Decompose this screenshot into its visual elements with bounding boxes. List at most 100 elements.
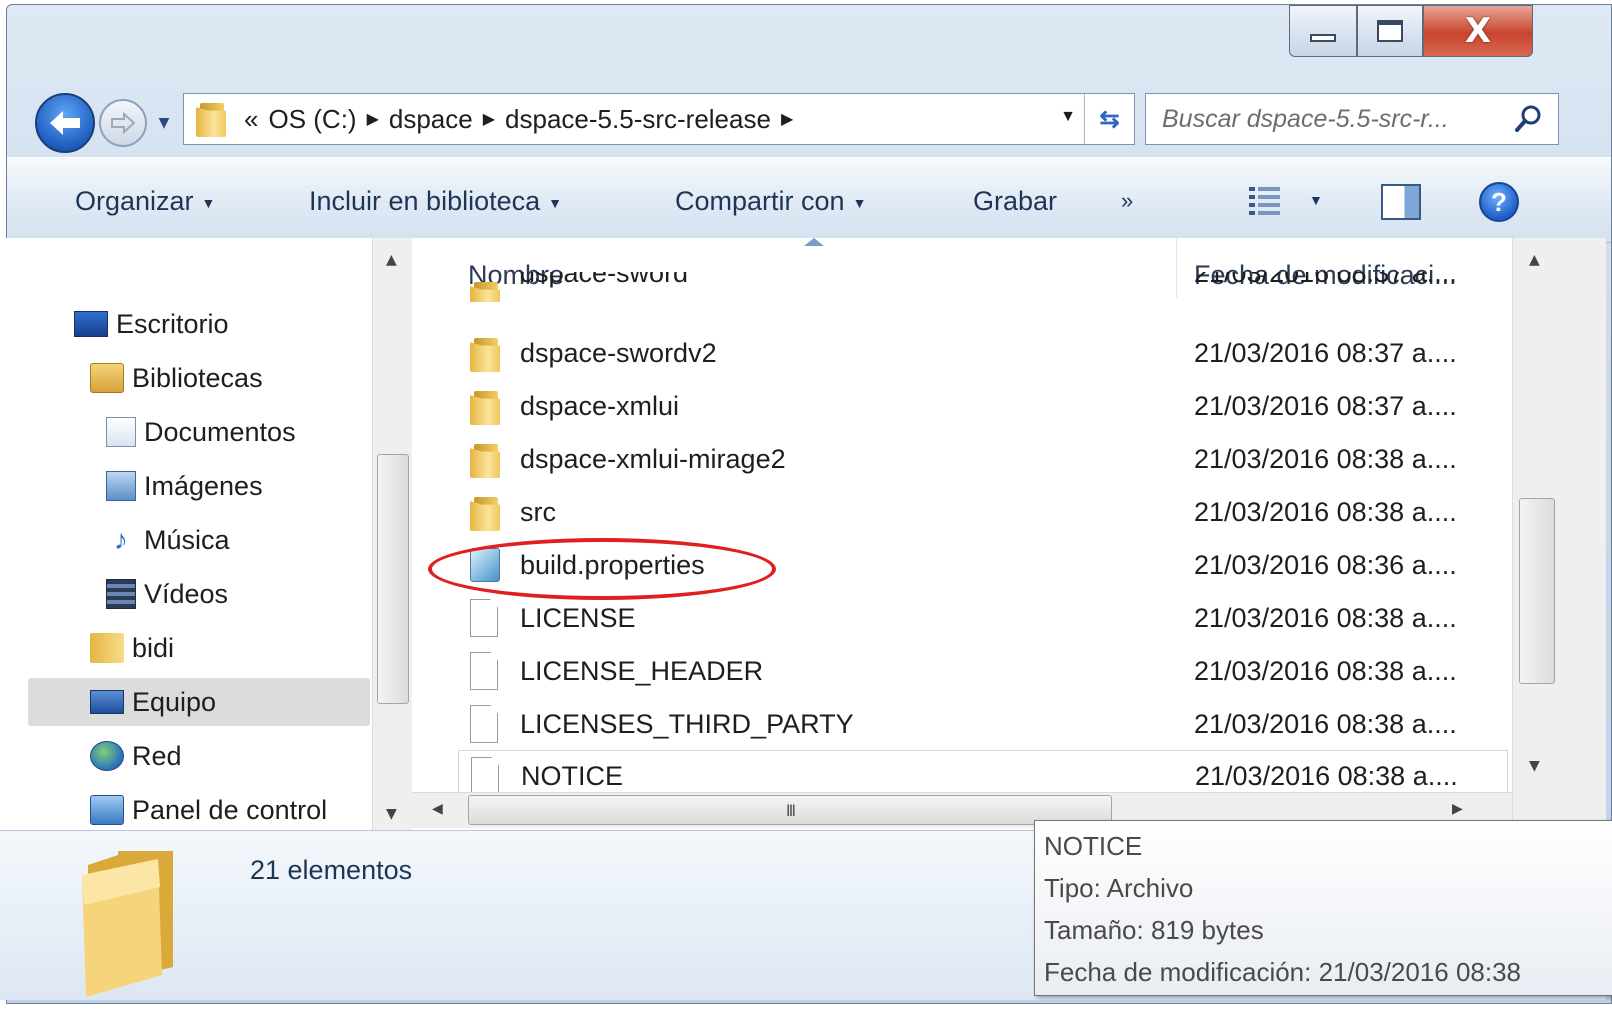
file-row[interactable]: build.properties 21/03/2016 08:36 a....: [458, 540, 1508, 593]
address-dropdown-icon[interactable]: ▼: [1060, 108, 1076, 126]
file-date: 21/03/2016 08:38 a....: [1194, 603, 1457, 633]
tooltip-size: Tamaño: 819 bytes: [1044, 915, 1264, 945]
scrollbar-thumb[interactable]: [377, 454, 409, 704]
nav-item-videos[interactable]: Vídeos: [106, 570, 228, 618]
burn-button[interactable]: Grabar: [973, 186, 1057, 217]
file-name: LICENSE: [520, 603, 636, 633]
file-list: Nombre Fecha de modificaci... dspace-swo…: [412, 238, 1512, 830]
nav-item-label: Vídeos: [144, 578, 229, 609]
organize-menu[interactable]: Organizar ▼: [75, 186, 215, 217]
scroll-down-icon[interactable]: ▼: [386, 806, 397, 822]
back-button[interactable]: [35, 93, 95, 153]
desktop-icon: [74, 311, 108, 337]
scrollbar-thumb[interactable]: III: [468, 795, 1112, 825]
file-tooltip: NOTICE Tipo: Archivo Tamaño: 819 bytes F…: [1034, 820, 1612, 996]
file-row[interactable]: LICENSE_HEADER 21/03/2016 08:38 a....: [458, 646, 1508, 699]
maximize-icon: [1377, 20, 1403, 42]
scroll-up-icon[interactable]: ▲: [1529, 252, 1540, 268]
navigation-scrollbar[interactable]: ▲ ▼: [372, 238, 412, 830]
nav-item-label: Panel de control: [132, 794, 328, 825]
preview-pane-button[interactable]: [1381, 184, 1421, 220]
scroll-down-icon[interactable]: ▼: [1529, 758, 1540, 774]
search-input[interactable]: Buscar dspace-5.5-src-r...: [1145, 93, 1559, 145]
help-button[interactable]: ?: [1479, 182, 1519, 222]
folder-icon: [470, 442, 502, 478]
file-row[interactable]: dspace-xmlui 21/03/2016 08:37 a....: [458, 381, 1508, 434]
file-date: 21/03/2016 08:37 a....: [1194, 338, 1457, 368]
file-icon: [470, 705, 498, 743]
breadcrumb-separator[interactable]: ▶: [483, 109, 495, 129]
caret-down-icon: ▼: [548, 194, 562, 211]
file-name: LICENSE_HEADER: [520, 656, 764, 686]
include-library-menu[interactable]: Incluir en biblioteca ▼: [309, 186, 562, 217]
share-with-menu[interactable]: Compartir con ▼: [675, 186, 866, 217]
breadcrumb-drive[interactable]: OS (C:): [268, 104, 356, 135]
breadcrumb-dspace[interactable]: dspace: [389, 104, 473, 135]
caret-down-icon: ▼: [852, 194, 867, 211]
breadcrumb-separator[interactable]: ▶: [781, 109, 793, 129]
recent-pages-button[interactable]: ▼: [153, 113, 175, 133]
file-row[interactable]: LICENSE 21/03/2016 08:38 a....: [458, 593, 1508, 646]
user-folder-icon: [90, 633, 124, 663]
burn-label: Grabar: [973, 186, 1058, 216]
scroll-left-icon[interactable]: ◀: [432, 801, 443, 817]
close-button[interactable]: X: [1423, 5, 1533, 57]
file-name: dspace-sword: [520, 272, 689, 288]
file-row[interactable]: LICENSES_THIRD_PARTY 21/03/2016 08:38 a.…: [458, 699, 1508, 752]
pictures-icon: [106, 471, 136, 501]
breadcrumb-separator[interactable]: ▶: [367, 109, 379, 129]
file-row[interactable]: dspace-xmlui-mirage2 21/03/2016 08:38 a.…: [458, 434, 1508, 487]
change-view-button[interactable]: ▼: [1247, 184, 1323, 216]
file-row[interactable]: src 21/03/2016 08:38 a....: [458, 487, 1508, 540]
file-list-vertical-scrollbar[interactable]: ▲ ▼: [1512, 238, 1606, 830]
file-row[interactable]: dspace-swordv2 21/03/2016 08:37 a....: [458, 328, 1508, 381]
nav-item-red[interactable]: Red: [90, 732, 182, 780]
nav-item-label: bidi: [132, 632, 175, 663]
control-panel-icon: [90, 795, 124, 825]
nav-item-label: Bibliotecas: [132, 362, 263, 393]
breadcrumb-overflow[interactable]: «: [244, 104, 258, 135]
nav-item-equipo[interactable]: Equipo: [28, 678, 370, 726]
scroll-right-icon[interactable]: ▶: [1452, 801, 1463, 817]
videos-icon: [106, 579, 136, 609]
tooltip-name: NOTICE: [1044, 831, 1143, 861]
file-name: dspace-xmlui: [520, 391, 680, 421]
file-name: dspace-xmlui-mirage2: [520, 444, 786, 474]
minimize-button[interactable]: [1289, 5, 1357, 57]
scrollbar-thumb[interactable]: [1519, 498, 1555, 684]
nav-item-label: Escritorio: [116, 308, 229, 339]
file-icon: [471, 757, 499, 795]
more-commands-button[interactable]: »: [1121, 188, 1133, 214]
nav-item-label: Documentos: [144, 416, 296, 447]
file-icon: [470, 599, 498, 637]
file-date: 21/03/2016 08:38 a....: [1195, 761, 1458, 791]
more-label: »: [1121, 188, 1134, 213]
nav-item-panel-de-control[interactable]: Panel de control: [90, 786, 327, 830]
navigation-pane: Escritorio Bibliotecas Documentos Imágen…: [0, 238, 408, 830]
nav-item-musica[interactable]: ♪ Música: [106, 516, 230, 564]
forward-button[interactable]: [99, 99, 147, 147]
nav-item-bibliotecas[interactable]: Bibliotecas: [90, 354, 263, 402]
maximize-button[interactable]: [1357, 5, 1423, 57]
nav-item-documentos[interactable]: Documentos: [106, 408, 296, 456]
refresh-button[interactable]: ⇆: [1084, 94, 1134, 144]
share-with-label: Compartir con: [675, 186, 845, 216]
tooltip-modified: Fecha de modificación: 21/03/2016 08:38: [1044, 957, 1522, 987]
chevron-down-icon: ▼: [158, 115, 170, 131]
search-icon[interactable]: [1514, 104, 1544, 134]
file-row[interactable]: dspace-sword 21/03/2016 08:37 a....: [458, 272, 1508, 302]
nav-item-bidi[interactable]: bidi: [90, 624, 174, 672]
refresh-icon: ⇆: [1099, 105, 1120, 133]
close-icon: X: [1464, 11, 1492, 51]
breadcrumb-release[interactable]: dspace-5.5-src-release: [505, 104, 771, 135]
scroll-up-icon[interactable]: ▲: [386, 252, 397, 268]
folder-icon: [470, 280, 502, 302]
nav-item-imagenes[interactable]: Imágenes: [106, 462, 263, 510]
folder-icon: [470, 336, 502, 372]
file-date: 21/03/2016 08:38 a....: [1194, 497, 1457, 527]
folder-icon: [196, 101, 228, 137]
properties-file-icon: [470, 548, 500, 582]
item-count: 21 elementos: [250, 855, 413, 885]
nav-item-escritorio[interactable]: Escritorio: [74, 300, 229, 348]
address-bar[interactable]: « OS (C:) ▶ dspace ▶ dspace-5.5-src-rele…: [183, 93, 1135, 145]
